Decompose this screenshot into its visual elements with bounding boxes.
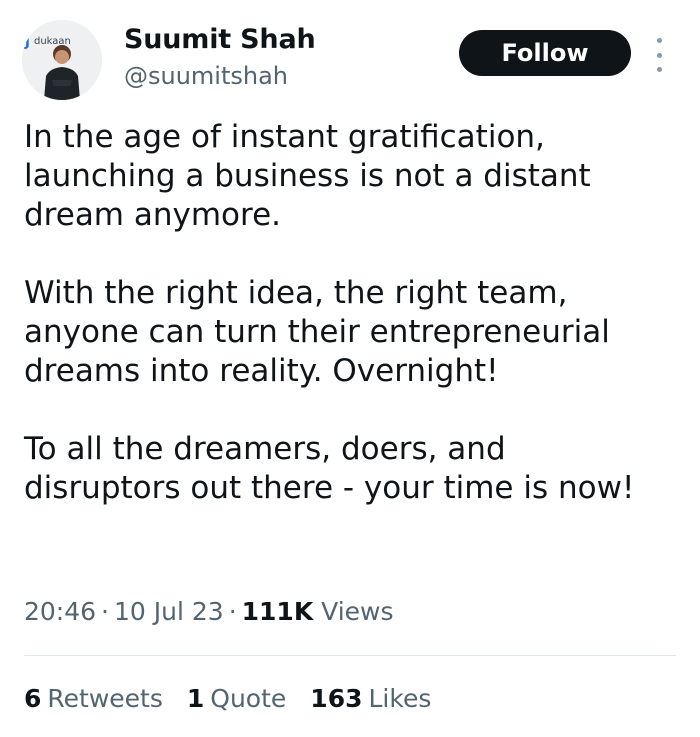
svg-text:J: J bbox=[24, 35, 30, 50]
retweets-label: Retweets bbox=[47, 684, 163, 713]
tweet-line: anyone can turn their entrepreneurial bbox=[24, 314, 610, 350]
more-dot bbox=[656, 52, 662, 58]
tweet-line: To all the dreamers, doers, and bbox=[24, 431, 506, 467]
views-label: Views bbox=[321, 597, 394, 626]
tweet-time[interactable]: 20:46 bbox=[24, 597, 96, 626]
quotes-label: Quote bbox=[210, 684, 287, 713]
svg-text:dukaan: dukaan bbox=[34, 36, 71, 47]
views-count: 111K bbox=[241, 597, 314, 626]
tweet-line: disruptors out there - your time is now! bbox=[24, 470, 635, 506]
retweets-count: 6 bbox=[24, 684, 42, 713]
author-avatar[interactable]: J dukaan bbox=[22, 20, 102, 100]
likes-count: 163 bbox=[310, 684, 363, 713]
tweet-line: In the age of instant gratification, bbox=[24, 119, 545, 155]
follow-button[interactable]: Follow bbox=[459, 30, 631, 76]
tweet-line: launching a business is not a distant bbox=[24, 158, 591, 194]
profile-photo-icon: J dukaan bbox=[22, 20, 102, 100]
quotes-count: 1 bbox=[186, 684, 205, 713]
more-options-icon[interactable] bbox=[648, 38, 670, 72]
more-dot bbox=[656, 67, 662, 72]
tweet-card: J dukaan Suumit Shah @suumitshah Follow … bbox=[0, 0, 700, 737]
quotes-stat[interactable]: 1 Quote bbox=[187, 684, 286, 713]
tweet-line: dreams into reality. Overnight! bbox=[24, 353, 499, 389]
tweet-text: In the age of instant gratification, lau… bbox=[24, 118, 684, 508]
likes-label: Likes bbox=[368, 684, 432, 713]
likes-stat[interactable]: 163 Likes bbox=[310, 684, 431, 713]
divider bbox=[24, 655, 676, 656]
tweet-line: dream anymore. bbox=[24, 197, 282, 233]
meta-separator: · bbox=[228, 597, 237, 626]
tweet-date[interactable]: 10 Jul 23 bbox=[114, 597, 224, 626]
tweet-line: With the right idea, the right team, bbox=[24, 275, 568, 311]
author-name[interactable]: Suumit Shah bbox=[124, 24, 316, 55]
author-handle[interactable]: @suumitshah bbox=[124, 62, 288, 90]
more-dot bbox=[656, 38, 662, 43]
tweet-meta: 20:46 · 10 Jul 23 · 111K Views bbox=[24, 597, 394, 626]
meta-separator: · bbox=[101, 597, 109, 626]
tweet-stats: 6 Retweets 1 Quote 163 Likes bbox=[24, 684, 431, 713]
retweets-stat[interactable]: 6 Retweets bbox=[24, 684, 163, 713]
